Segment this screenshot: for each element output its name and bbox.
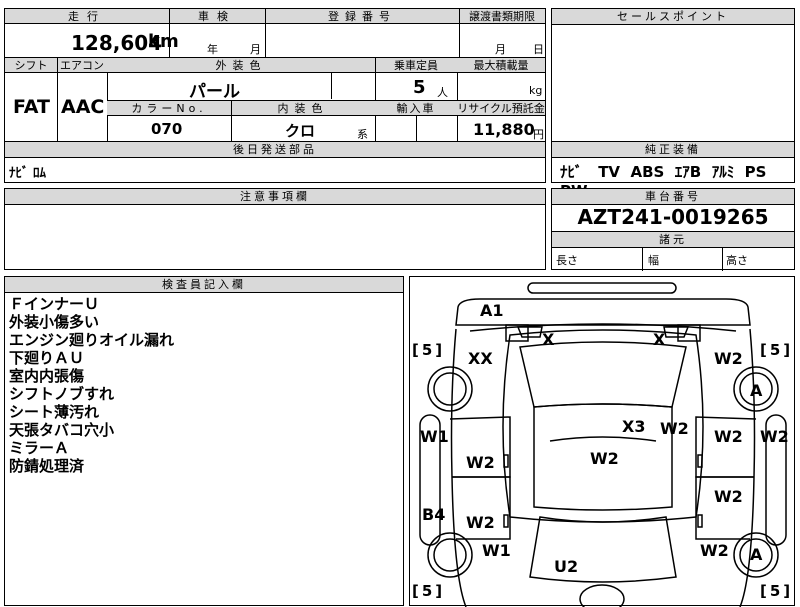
mark-headlight-left: X [542,330,555,349]
remark-line: 室内内張傷 [9,367,85,385]
mileage-header: 走行 [5,9,169,24]
mark-left-rear-door: W2 [466,513,495,532]
mark-left-rear-fender: W1 [482,541,511,560]
mark-windshield: X3 [622,417,646,436]
recycle-header: リサイクル預託金 [457,101,545,116]
mark-left-rear-pillar: B4 [422,505,446,524]
inspector-remarks: ＦインナーＵ 外装小傷多い エンジン廻りオイル漏れ 下廻りＡＵ 室内内張傷 シフ… [9,295,174,475]
interior-header: 内装色 [231,101,375,116]
equipment-item-ps: PS [744,163,767,181]
mark-rear-bumper: U2 [554,557,579,576]
remark-line: シート薄汚れ [9,403,100,421]
inspector-box: 検査員記入欄 ＦインナーＵ 外装小傷多い エンジン廻りオイル漏れ 下廻りＡＵ 室… [4,276,404,606]
remark-line: 天張タバコ穴小 [9,421,115,439]
mark-tire-rear-right: A [750,545,763,564]
interior-suffix: 系 [357,128,368,141]
remark-line: シフトノブすれ [9,385,115,403]
transfer-header: 譲渡書類期限 [459,9,545,24]
recycle-unit: 円 [533,128,544,141]
inspection-year: 年 [207,43,218,56]
mark-right-fender: W2 [714,349,743,368]
capacity-value: 5 [413,77,426,98]
remark-line: 下廻りＡＵ [9,349,85,367]
shift-value: FAT [13,96,50,118]
remark-line: エンジン廻りオイル漏れ [9,331,175,349]
shipping-header: 後日発送部品 [5,142,545,158]
sales-point-box: セールスポイント [551,8,795,142]
mark-left-front-door: W2 [466,453,495,472]
equipment-box: 純正装備 ﾅﾋﾞ TV ABS ｴｱB ｱﾙﾐ PS PW [551,141,795,200]
tread-rear-right: [5] [760,582,794,600]
exterior-header: 外装色 [107,58,375,73]
shipping-value: ﾅﾋﾞ ﾛﾑ [9,166,47,181]
height-label: 高さ [726,254,748,267]
dims-header: 諸元 [552,231,794,248]
mark-right-rear-door: W2 [714,487,743,506]
mark-left-sill: W1 [420,427,449,446]
caution-header: 注意事項欄 [5,189,545,205]
transfer-day: 日 [533,43,544,56]
interior-value: クロ [285,122,316,140]
length-label: 長さ [556,254,578,267]
mark-windshield-right: W2 [660,419,689,438]
inspector-header: 検査員記入欄 [5,277,403,293]
equipment-item-abs: ABS [630,163,665,181]
remark-line: 防錆処理済 [9,457,85,475]
recycle-value: 11,880 [473,120,535,139]
color-no-header: カラーNo. [107,101,231,116]
capacity-header: 乗車定員 [375,58,457,73]
mileage-unit: km [148,31,179,52]
car-diagram: A1 X X XX W2 A W1 X3 W2 W2 W2 W2 W2 W2 B… [409,276,795,607]
equipment-item-tv: TV [598,163,621,181]
capacity-unit: 人 [437,86,448,99]
mark-tire-front-right: A [750,381,763,400]
ac-value: AAC [61,96,105,118]
mark-roof: W2 [590,449,619,468]
chassis-box: 車台番号 AZT241-0019265 諸元 長さ 幅 高さ [551,188,795,271]
exterior-value: パール [189,82,240,102]
top-info-table: 走行 車検 登録番号 譲渡書類期限 128,604 km 年 月 月 日 [4,8,546,58]
remark-line: ＦインナーＵ [9,295,100,313]
tread-rear-left: [5] [412,582,446,600]
width-label: 幅 [648,254,659,267]
spec-table: シフト エアコン FAT AAC 外装色 パール 乗車定員 5 人 最大積載量 … [4,58,546,142]
inspection-header: 車検 [169,9,265,24]
caution-box: 注意事項欄 [4,188,546,270]
sales-point-header: セールスポイント [552,9,794,25]
mark-front-bumper: A1 [480,301,504,320]
registration-header: 登録番号 [265,9,459,24]
chassis-number: AZT241-0019265 [577,205,769,229]
remark-line: 外装小傷多い [9,313,100,331]
tread-front-left: [5] [412,341,446,359]
mark-right-front-door: W2 [714,427,743,446]
color-no-value: 070 [151,120,183,138]
mark-right-rear-fender: W2 [700,541,729,560]
import-header: 輸入車 [375,101,457,116]
equipment-item-airbag: ｴｱB [674,163,702,181]
equipment-header: 純正装備 [552,142,794,158]
shift-header: シフト [5,58,57,73]
load-unit: kg [529,84,543,97]
transfer-month: 月 [495,43,506,56]
equipment-item-alloy: ｱﾙﾐ [711,163,735,181]
shipping-box: 後日発送部品 ﾅﾋﾞ ﾛﾑ [4,141,546,183]
mark-headlight-right: X [653,330,666,349]
remark-line: ミラーＡ [9,439,70,457]
mark-left-fender: XX [468,349,493,368]
inspection-month: 月 [250,43,261,56]
ac-header: エアコン [57,58,107,73]
mark-right-sill: W2 [760,427,789,446]
load-header: 最大積載量 [457,58,545,73]
equipment-item-navi: ﾅﾋﾞ [560,163,583,181]
tread-front-right: [5] [760,341,794,359]
chassis-header: 車台番号 [552,189,794,205]
